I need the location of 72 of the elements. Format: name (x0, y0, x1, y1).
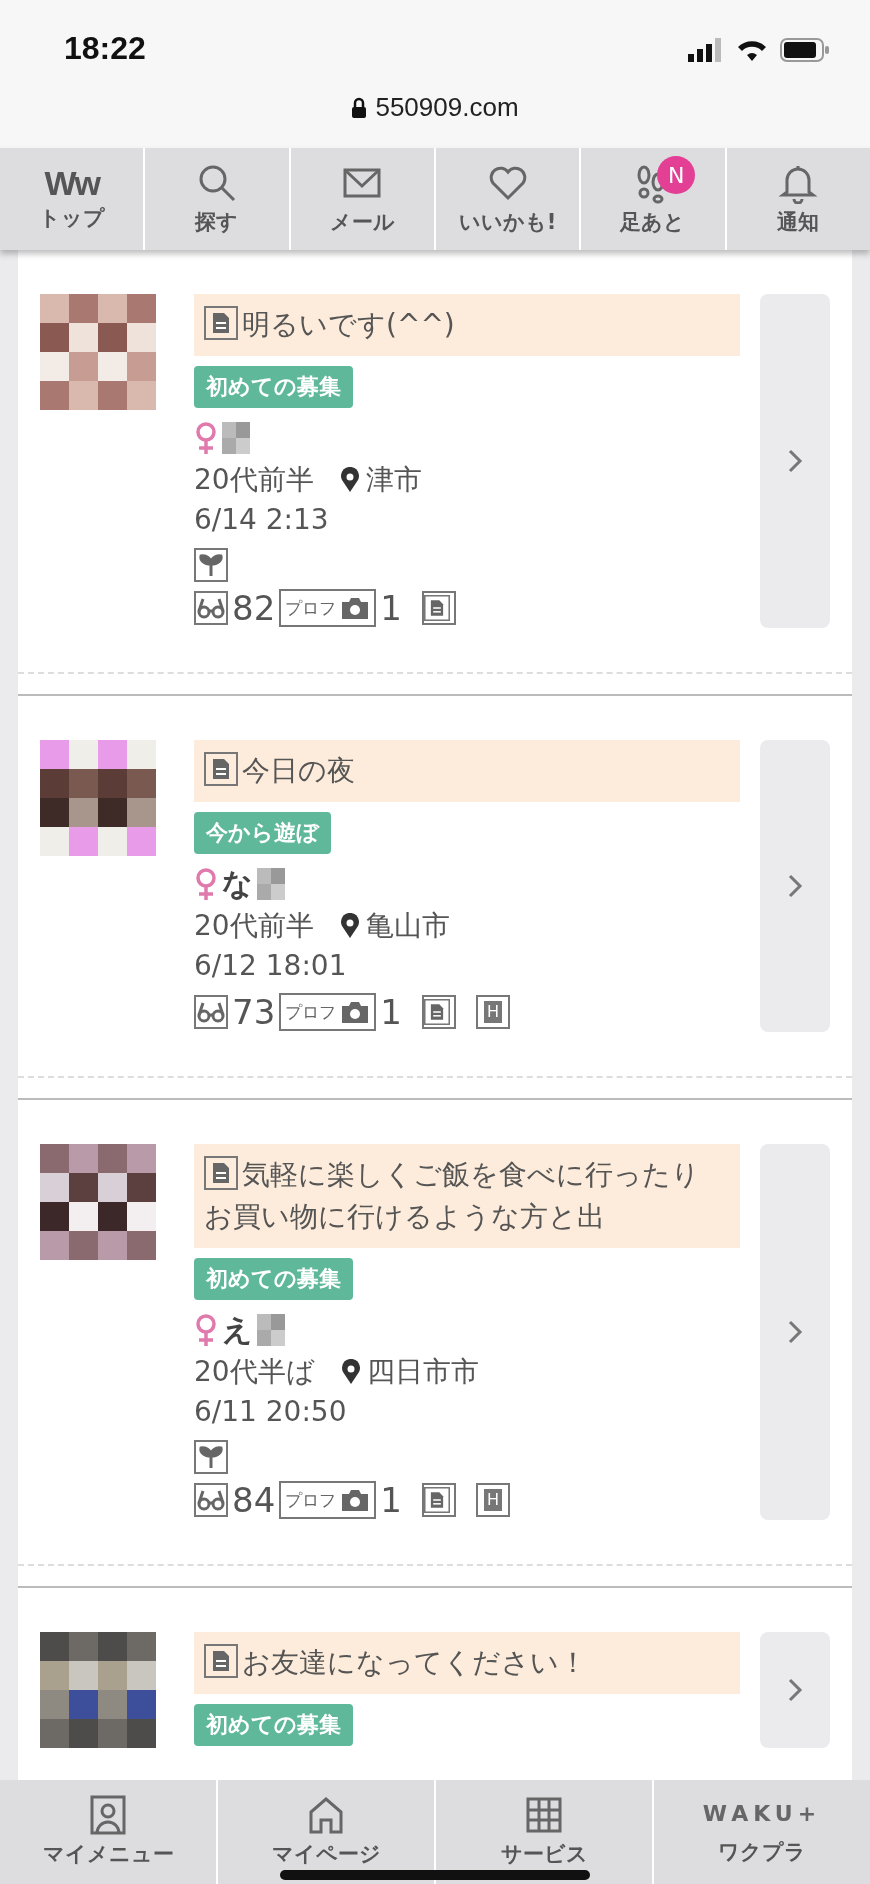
glasses-icon (194, 1483, 228, 1517)
memo-icon (204, 306, 238, 340)
camera-icon (340, 1000, 371, 1024)
user-name: え (222, 1310, 253, 1349)
camera-icon (340, 596, 371, 620)
chevron-right-icon (787, 873, 803, 899)
profile-photo-badge: プロフ (279, 993, 377, 1031)
open-post-button[interactable] (760, 740, 830, 1032)
age-text: 20代前半 (194, 908, 314, 944)
pixelated-name (257, 1314, 285, 1346)
post-tag: 初めての募集 (194, 1258, 353, 1300)
location-pin-icon (339, 467, 360, 493)
post-message: 気軽に楽しくご飯を食べに行ったりお買い物に行けるような方と出 (194, 1144, 740, 1248)
profile-photo-badge: プロフ (279, 1481, 377, 1519)
open-post-button[interactable] (760, 1632, 830, 1748)
female-icon (194, 1313, 218, 1347)
user-name: な (222, 864, 253, 903)
photo-count: 1 (380, 588, 402, 628)
nav-tab[interactable]: いいかも! (434, 148, 580, 250)
url-text: 550909.com (375, 92, 519, 123)
chevron-right-icon (787, 1677, 803, 1703)
profile-photo-badge: プロフ (279, 589, 377, 627)
nav-tab[interactable]: メール (288, 148, 434, 250)
nav-tab[interactable]: Ww トップ (0, 148, 144, 250)
battery-icon (780, 38, 830, 62)
post-time: 6/11 20:50 (194, 1394, 347, 1430)
age-text: 20代前半 (194, 462, 314, 498)
chevron-right-icon (787, 1319, 803, 1345)
nav-tab[interactable]: 通知 (724, 148, 870, 250)
pixelated-name (222, 422, 250, 454)
post-time: 6/14 2:13 (194, 502, 329, 538)
open-post-button[interactable] (760, 294, 830, 628)
wifi-icon (736, 38, 768, 62)
post-message: 今日の夜 (194, 740, 740, 802)
clock-time: 18:22 (64, 30, 146, 67)
open-post-button[interactable] (760, 1144, 830, 1520)
view-count: 73 (232, 992, 276, 1032)
camera-icon (340, 1488, 371, 1512)
post-tag: 初めての募集 (194, 366, 353, 408)
glasses-icon (194, 591, 228, 625)
post-tag: 初めての募集 (194, 1704, 353, 1746)
post-message: 明るいです(^^) (194, 294, 740, 356)
age-text: 20代半ば (194, 1354, 315, 1390)
notification-badge: N (657, 156, 696, 194)
chevron-right-icon (787, 448, 803, 474)
nav-tab[interactable]: N 足あと (579, 148, 725, 250)
view-count: 84 (232, 1480, 276, 1520)
location-pin-icon (340, 1359, 361, 1385)
location-text: 亀山市 (365, 908, 450, 944)
logo: Ww (44, 166, 99, 200)
pixelated-name (257, 868, 285, 900)
location-text: 津市 (365, 462, 422, 498)
letter-badge: H (475, 995, 510, 1029)
location-pin-icon (339, 913, 360, 939)
female-icon (194, 867, 218, 901)
post-tag: 今から遊ぼ (194, 812, 331, 854)
letter-badge: H (475, 1483, 510, 1517)
nav-tab[interactable]: 探す (143, 148, 289, 250)
photo-count: 1 (380, 992, 402, 1032)
post-message: お友達になってください！ (194, 1632, 740, 1694)
logo: WAKU+ (702, 1800, 822, 1828)
location-text: 四日市市 (366, 1354, 479, 1390)
female-icon (194, 421, 218, 455)
lock-icon (351, 96, 368, 119)
view-count: 82 (232, 588, 276, 628)
memo-icon (204, 1156, 238, 1190)
memo-icon (204, 1644, 238, 1678)
signal-icon (688, 38, 724, 62)
glasses-icon (194, 995, 228, 1029)
post-time: 6/12 18:01 (194, 948, 347, 984)
memo-icon (204, 752, 238, 786)
photo-count: 1 (380, 1480, 402, 1520)
